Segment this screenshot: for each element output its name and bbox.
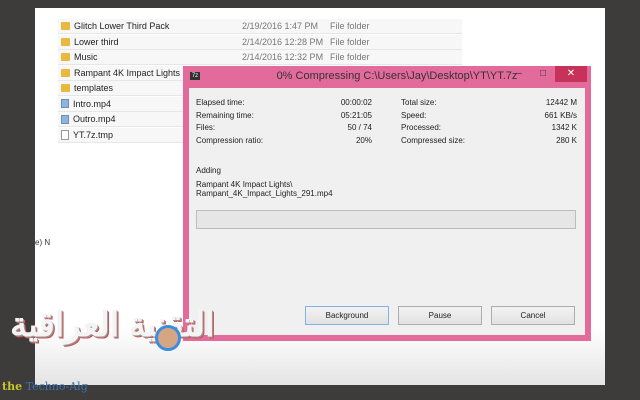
file-name-cell: Lower third bbox=[58, 37, 242, 47]
stat-row: Processed: 1342 K bbox=[401, 123, 577, 135]
folder-icon bbox=[61, 22, 70, 30]
folder-icon bbox=[61, 68, 70, 77]
stat-row: Total size: 12442 M bbox=[401, 98, 577, 110]
stat-row: Remaining time: 05:21:05 bbox=[196, 111, 372, 123]
stat-row: Compression ratio: 20% bbox=[196, 136, 372, 148]
folder-icon bbox=[61, 84, 70, 92]
progress-bar bbox=[196, 210, 576, 229]
video-file-icon bbox=[61, 99, 69, 108]
watermark-name: Techno-Alg bbox=[25, 380, 88, 393]
stat-value: 661 KB/s bbox=[544, 110, 577, 120]
file-icon bbox=[61, 129, 69, 140]
cancel-button[interactable]: Cancel bbox=[491, 306, 575, 325]
file-row[interactable]: Lower third 2/14/2016 12:28 PM File folder bbox=[58, 34, 462, 50]
file-name-cell: Glitch Lower Third Pack bbox=[58, 21, 242, 31]
file-date: 2/19/2016 1:47 PM bbox=[242, 21, 319, 31]
folder-icon bbox=[61, 37, 70, 46]
stat-row: Speed: 661 KB/s bbox=[401, 111, 577, 123]
title-bar[interactable]: 7z 0% Compressing C:\Users\Jay\Desktop\Y… bbox=[183, 66, 591, 86]
maximize-button[interactable]: □ bbox=[531, 66, 555, 82]
stat-value: 00:00:02 bbox=[340, 98, 372, 107]
file-name: Glitch Lower Third Pack bbox=[74, 21, 170, 31]
stat-label: Compression ratio: bbox=[196, 135, 264, 145]
file-name: Music bbox=[74, 52, 98, 62]
folder-icon bbox=[61, 53, 70, 61]
pause-button[interactable]: Pause bbox=[398, 306, 482, 325]
stat-row: Elapsed time: 00:00:02 bbox=[196, 98, 372, 110]
stat-label: Elapsed time: bbox=[196, 98, 245, 107]
file-row[interactable]: Music 2/14/2016 12:32 PM File folder bbox=[58, 50, 462, 65]
file-name-cell: Music bbox=[58, 52, 242, 62]
watermark-avatar bbox=[155, 325, 181, 351]
close-button[interactable]: ✕ bbox=[555, 66, 587, 82]
watermark-latin: the Techno-Alg bbox=[2, 380, 88, 393]
video-file-icon bbox=[61, 114, 69, 124]
file-type: File folder bbox=[330, 52, 370, 62]
watermark-the: the bbox=[2, 380, 23, 393]
watermark-arabic: التقنية العراقية bbox=[10, 306, 215, 344]
file-name: Rampant 4K Impact Lights bbox=[74, 67, 181, 78]
stat-value: 20% bbox=[355, 135, 372, 145]
stat-row: Files: 50 / 74 bbox=[196, 123, 372, 135]
stat-value: 05:21:05 bbox=[340, 110, 372, 120]
stat-value: 12442 M bbox=[545, 98, 577, 107]
minimize-button[interactable]: – bbox=[507, 66, 531, 82]
side-text: e) N bbox=[35, 238, 51, 247]
stat-value: 280 K bbox=[556, 135, 577, 145]
current-path: Rampant 4K Impact Lights\ bbox=[196, 180, 293, 189]
stat-label: Compressed size: bbox=[401, 135, 466, 145]
file-name: Outro.mp4 bbox=[73, 114, 116, 124]
stat-row: Compressed size: 280 K bbox=[401, 136, 577, 148]
file-name: Intro.mp4 bbox=[73, 98, 112, 109]
stat-label: Processed: bbox=[401, 123, 442, 132]
stat-value: 50 / 74 bbox=[347, 123, 372, 132]
current-file: Rampant_4K_Impact_Lights_291.mp4 bbox=[196, 189, 333, 198]
dialog-body: Elapsed time: 00:00:02 Remaining time: 05:2… bbox=[189, 88, 585, 335]
file-name: YT.7z.tmp bbox=[73, 129, 114, 140]
stat-label: Files: bbox=[196, 123, 216, 132]
file-row[interactable]: Glitch Lower Third Pack 2/19/2016 1:47 PM… bbox=[58, 19, 462, 34]
file-date: 2/14/2016 12:28 PM bbox=[242, 36, 324, 47]
file-type: File folder bbox=[330, 21, 370, 31]
file-date: 2/14/2016 12:32 PM bbox=[242, 52, 324, 62]
stat-label: Speed: bbox=[401, 110, 427, 120]
stat-value: 1342 K bbox=[551, 123, 577, 132]
background-button[interactable]: Background bbox=[305, 306, 389, 325]
stat-label: Total size: bbox=[401, 98, 437, 107]
file-name: templates bbox=[74, 83, 114, 93]
file-type: File folder bbox=[330, 36, 370, 47]
adding-label: Adding bbox=[196, 166, 221, 175]
compress-dialog: 7z 0% Compressing C:\Users\Jay\Desktop\Y… bbox=[183, 66, 591, 341]
stat-label: Remaining time: bbox=[196, 110, 254, 120]
file-name: Lower third bbox=[74, 36, 119, 47]
